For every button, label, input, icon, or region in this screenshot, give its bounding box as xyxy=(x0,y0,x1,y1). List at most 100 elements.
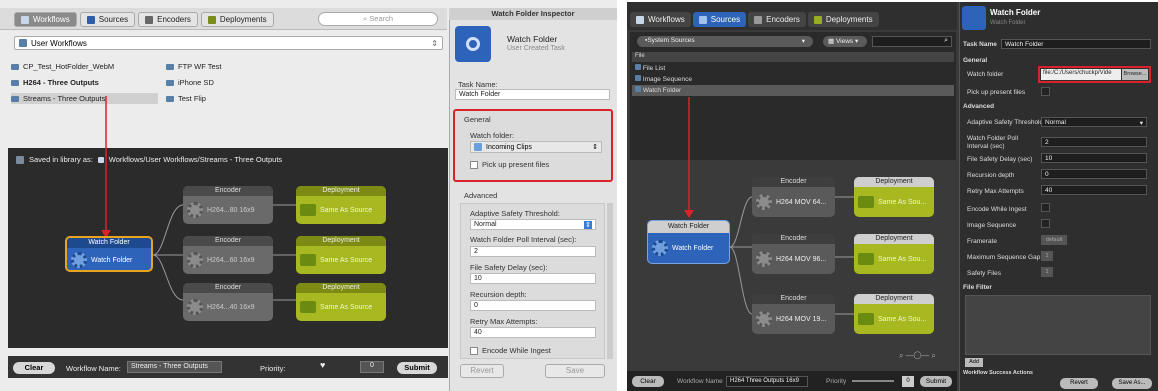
connector xyxy=(152,204,184,256)
deployment-node[interactable]: Deployment Same As Sou... xyxy=(854,294,934,334)
node-label: H264...80 16x9 xyxy=(207,206,255,214)
revert-button[interactable]: Revert xyxy=(1060,378,1098,389)
safety-delay-input[interactable]: 10 xyxy=(470,273,596,284)
node-header: Watch Folder xyxy=(67,238,151,248)
workflow-name-input[interactable]: H264 Three Outputs 16x9 xyxy=(726,376,808,387)
encoder-node[interactable]: Encoder H264...60 16x9 xyxy=(183,236,273,274)
deployment-node[interactable]: Deployment Same As Sou... xyxy=(854,177,934,217)
priority-slider-knob[interactable]: ♥ xyxy=(320,360,325,370)
recursion-depth-input[interactable]: 0 xyxy=(1041,169,1147,179)
node-header: Deployment xyxy=(296,283,386,293)
deployment-node[interactable]: Deployment Same As Source xyxy=(296,283,386,321)
chevron-updown-icon: ⇕ xyxy=(584,220,592,229)
poll-interval-input[interactable]: 2 xyxy=(470,246,596,257)
watch-folder-input[interactable]: file:/C:/Users/chuckp/Vide xyxy=(1041,69,1121,80)
node-header: Encoder xyxy=(752,294,835,304)
node-label: Same As Source xyxy=(320,206,373,214)
clear-button[interactable]: Clear xyxy=(13,362,55,374)
right-screenshot: Workflows Sources Encoders Deployments ▪… xyxy=(627,2,1158,391)
node-label: H264 MOV 64... xyxy=(776,198,827,206)
advanced-section-label: Advanced xyxy=(963,103,995,110)
node-header: Deployment xyxy=(854,294,934,304)
node-label: H264 MOV 96... xyxy=(776,255,827,263)
adaptive-value: Normal xyxy=(1045,119,1066,126)
save-as-button[interactable]: Save As... xyxy=(1112,378,1152,389)
max-gap-input[interactable]: 1 xyxy=(1041,251,1053,261)
watch-folder-label: Watch folder xyxy=(967,71,1004,78)
save-button[interactable]: Save xyxy=(545,364,605,378)
deployment-node[interactable]: Deployment Same As Source xyxy=(296,186,386,224)
task-name-input[interactable]: Watch Folder xyxy=(1001,39,1151,49)
encoder-node[interactable]: Encoder H264 MOV 96... xyxy=(752,234,835,274)
watch-folder-task-icon xyxy=(962,6,986,30)
image-sequence-label: Image Sequence xyxy=(967,222,1017,229)
task-name-input[interactable]: Watch Folder xyxy=(455,89,610,100)
safety-files-label: Safety Files xyxy=(967,270,1001,277)
revert-button[interactable]: Revert xyxy=(460,364,504,378)
retry-max-input[interactable]: 40 xyxy=(470,327,596,338)
source-node[interactable]: Watch Folder Watch Folder xyxy=(65,236,153,272)
pickup-checkbox-row[interactable]: Pick up present files xyxy=(470,160,549,169)
adaptive-select[interactable]: Normal ⇕ xyxy=(470,219,596,230)
priority-label: Priority xyxy=(826,378,847,385)
node-label: H264...40 16x9 xyxy=(207,303,255,311)
encode-while-ingest-checkbox[interactable] xyxy=(470,346,478,355)
priority-label: Priority: xyxy=(260,364,286,373)
node-label: Same As Source xyxy=(320,303,373,311)
encoder-node[interactable]: Encoder H264...40 16x9 xyxy=(183,283,273,321)
chevron-down-icon: ▾ xyxy=(1139,120,1143,127)
adaptive-select[interactable]: Normal ▾ xyxy=(1041,117,1147,127)
node-label: H264...60 16x9 xyxy=(207,256,255,264)
deployment-node[interactable]: Deployment Same As Source xyxy=(296,236,386,274)
clear-button[interactable]: Clear xyxy=(632,376,664,387)
zoom-icon: ⌕ xyxy=(899,351,904,360)
node-header: Deployment xyxy=(296,186,386,196)
watch-folder-select[interactable]: Incoming Clips ⇕ xyxy=(470,141,602,153)
encode-while-ingest-checkbox[interactable] xyxy=(1041,203,1050,212)
node-header: Encoder xyxy=(752,177,835,187)
poll-interval-input[interactable]: 2 xyxy=(1041,137,1147,147)
deploy-folder-icon xyxy=(858,196,874,208)
deploy-folder-icon xyxy=(300,204,316,216)
source-node[interactable]: Watch Folder Watch Folder xyxy=(647,220,730,264)
encoder-gear-icon xyxy=(756,311,772,327)
image-sequence-checkbox[interactable] xyxy=(1041,219,1050,228)
framerate-input[interactable]: default xyxy=(1041,235,1067,245)
priority-input[interactable]: 0 xyxy=(360,361,384,373)
left-screenshot: Workflows Sources Encoders Deployments ⌕… xyxy=(0,0,617,391)
inspector-scrollbar[interactable] xyxy=(607,203,613,359)
priority-input[interactable]: 0 xyxy=(902,376,914,387)
encoder-node[interactable]: Encoder H264 MOV 64... xyxy=(752,177,835,217)
node-label: Same As Sou... xyxy=(878,255,927,263)
browse-button[interactable]: Browse... xyxy=(1122,69,1148,80)
success-actions-label: Workflow Success Actions xyxy=(963,370,1033,376)
safety-delay-input[interactable]: 10 xyxy=(1041,153,1147,163)
add-filter-button[interactable]: Add xyxy=(965,358,983,367)
workflow-name-input[interactable]: Streams - Three Outputs xyxy=(127,361,222,373)
encode-while-ingest-row[interactable]: Encode While Ingest xyxy=(470,346,551,355)
recursion-depth-input[interactable]: 0 xyxy=(470,300,596,311)
encode-while-ingest-label: Encode While Ingest xyxy=(967,206,1027,213)
pickup-checkbox[interactable] xyxy=(1041,87,1050,96)
file-filter-list[interactable] xyxy=(965,295,1151,355)
submit-button[interactable]: Submit xyxy=(920,376,952,387)
deploy-folder-icon xyxy=(300,301,316,313)
safety-delay-label: File Safety Delay (sec) xyxy=(967,156,1033,163)
pickup-checkbox[interactable] xyxy=(470,160,478,169)
encoder-gear-icon xyxy=(756,251,772,267)
retry-max-input[interactable]: 40 xyxy=(1041,185,1147,195)
inspector-task-name: Watch Folder xyxy=(507,34,558,44)
task-name-label: Task Name xyxy=(963,41,997,48)
connector xyxy=(729,246,753,315)
zoom-slider[interactable]: ⌕ —◯— ⌕ xyxy=(899,351,936,361)
safety-files-input[interactable]: 1 xyxy=(1041,267,1053,277)
encoder-node[interactable]: Encoder H264...80 16x9 xyxy=(183,186,273,224)
encoder-gear-icon xyxy=(187,299,203,315)
priority-slider[interactable] xyxy=(852,380,894,382)
deployment-node[interactable]: Deployment Same As Sou... xyxy=(854,234,934,274)
node-header: Encoder xyxy=(183,236,273,246)
adaptive-value: Normal xyxy=(474,221,497,228)
deploy-folder-icon xyxy=(858,253,874,265)
encoder-node[interactable]: Encoder H264 MOV 19... xyxy=(752,294,835,334)
submit-button[interactable]: Submit xyxy=(397,362,437,374)
